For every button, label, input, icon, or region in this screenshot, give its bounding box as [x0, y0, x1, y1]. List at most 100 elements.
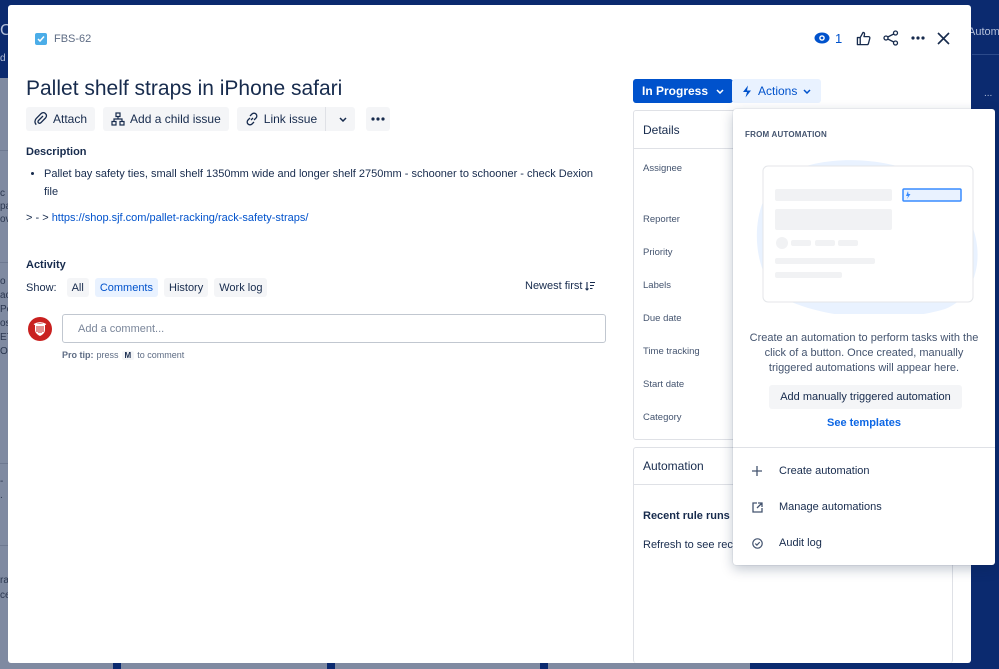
add-manual-automation-button[interactable]: Add manually triggered automation	[769, 385, 962, 409]
check-circle-icon	[751, 537, 763, 549]
dropdown-description: Create an automation to perform tasks wi…	[749, 332, 979, 374]
more-toolbar-button[interactable]	[366, 107, 391, 131]
sort-label: Newest first	[525, 280, 583, 292]
pro-tip-suffix: to comment	[137, 350, 185, 360]
issue-key[interactable]: FBS-62	[35, 33, 91, 45]
issue-key-label[interactable]: FBS-62	[54, 33, 91, 45]
share-button[interactable]	[883, 26, 899, 50]
field-due-date: Due date	[643, 313, 682, 324]
background-text: d	[0, 53, 6, 64]
watch-count: 1	[835, 30, 843, 46]
background-block	[327, 662, 335, 669]
pro-tip-press: press	[96, 350, 119, 360]
plus-icon	[751, 466, 763, 476]
filter-history[interactable]: History	[164, 278, 209, 297]
field-labels: Labels	[643, 280, 671, 291]
background-block	[540, 662, 548, 669]
actions-label: Actions	[758, 84, 798, 98]
field-assignee: Assignee	[643, 163, 683, 174]
filter-comments[interactable]: Comments	[94, 278, 158, 297]
hierarchy-icon	[111, 112, 125, 126]
create-automation-item[interactable]: Create automation	[733, 454, 995, 488]
automation-illustration	[756, 160, 978, 314]
more-icon	[911, 36, 925, 40]
show-label: Show:	[26, 281, 57, 294]
add-child-issue-button[interactable]: Add a child issue	[103, 107, 229, 131]
attach-label: Attach	[53, 112, 88, 126]
description-heading: Description	[26, 146, 87, 158]
actions-button[interactable]: Actions	[732, 79, 822, 103]
keyboard-shortcut-key: M	[121, 350, 135, 360]
activity-heading: Activity	[26, 259, 66, 271]
field-start-date: Start date	[643, 379, 685, 390]
field-category: Category	[643, 412, 682, 423]
background-divider	[972, 54, 999, 55]
dropdown-heading: FROM AUTOMATION	[745, 130, 827, 139]
attach-button[interactable]: Attach	[26, 107, 96, 131]
create-automation-label: Create automation	[779, 465, 870, 477]
field-time-tracking: Time tracking	[643, 346, 700, 357]
issue-toolbar: Attach Add a child issue Link issue	[26, 107, 391, 131]
more-icon	[371, 117, 385, 121]
background-more-icon: ...	[984, 88, 993, 99]
like-button[interactable]	[856, 26, 871, 50]
thumbs-up-icon	[856, 31, 871, 45]
chevron-down-icon	[716, 88, 724, 94]
external-link-icon	[751, 501, 763, 513]
user-avatar	[28, 317, 52, 341]
more-actions-button[interactable]	[911, 26, 925, 50]
description-link[interactable]: https://shop.sjf.com/pallet-racking/rack…	[52, 212, 309, 224]
comment-input[interactable]: Add a comment...	[62, 314, 606, 343]
background-text: c	[0, 188, 5, 199]
sort-button[interactable]: Newest first	[525, 280, 596, 292]
pro-tip-label: Pro tip:	[62, 350, 94, 360]
issue-title[interactable]: Pallet shelf straps in iPhone safari	[26, 77, 342, 101]
close-icon	[937, 31, 950, 45]
background-text: .	[0, 490, 3, 501]
background-text: O	[0, 346, 8, 357]
issue-top-actions: 1	[814, 26, 950, 50]
paperclip-icon	[34, 112, 48, 126]
description-list: Pallet bay safety ties, small shelf 1350…	[38, 165, 598, 201]
audit-log-item[interactable]: Audit log	[733, 526, 995, 560]
manage-automations-label: Manage automations	[779, 501, 882, 513]
activity-filter-row: Show: All Comments History Work log	[26, 278, 268, 297]
dropdown-divider	[733, 447, 995, 448]
background-text: -	[0, 476, 4, 487]
status-button[interactable]: In Progress	[633, 79, 734, 103]
filter-all[interactable]: All	[66, 278, 89, 297]
link-issue-label: Link issue	[263, 112, 318, 126]
actions-dropdown: FROM AUTOMATION Create an automation to …	[733, 109, 995, 565]
background-text: Autom	[968, 26, 999, 38]
add-child-label: Add a child issue	[130, 112, 221, 126]
share-icon	[883, 30, 899, 46]
watch-button[interactable]: 1	[814, 26, 856, 50]
crest-icon	[33, 322, 47, 336]
link-issue-split-button: Link issue	[236, 107, 356, 131]
status-label: In Progress	[642, 84, 709, 98]
eye-icon	[814, 32, 830, 44]
background-page-bottom	[0, 662, 750, 669]
link-issue-dropdown[interactable]	[331, 116, 355, 122]
chevron-down-icon	[339, 116, 347, 122]
recent-rule-runs-heading: Recent rule runs	[643, 510, 730, 522]
background-text: o	[0, 276, 6, 287]
manage-automations-item[interactable]: Manage automations	[733, 490, 995, 524]
close-button[interactable]	[937, 26, 950, 50]
link-issue-button[interactable]: Link issue	[237, 107, 327, 131]
link-icon	[246, 112, 258, 126]
pro-tip: Pro tip: press M to comment	[62, 350, 184, 360]
lightning-icon	[743, 85, 751, 97]
task-type-icon	[35, 33, 47, 45]
description-link-line: > - > https://shop.sjf.com/pallet-rackin…	[26, 212, 308, 224]
field-priority: Priority	[643, 247, 673, 258]
description-link-prefix: > - >	[26, 212, 52, 224]
background-block	[113, 662, 121, 669]
audit-log-label: Audit log	[779, 537, 822, 549]
sort-icon	[585, 281, 596, 291]
field-reporter: Reporter	[643, 214, 680, 225]
description-bullet: Pallet bay safety ties, small shelf 1350…	[44, 165, 598, 201]
filter-work-log[interactable]: Work log	[214, 278, 268, 297]
chevron-down-icon	[803, 88, 811, 94]
see-templates-link[interactable]: See templates	[733, 417, 995, 429]
